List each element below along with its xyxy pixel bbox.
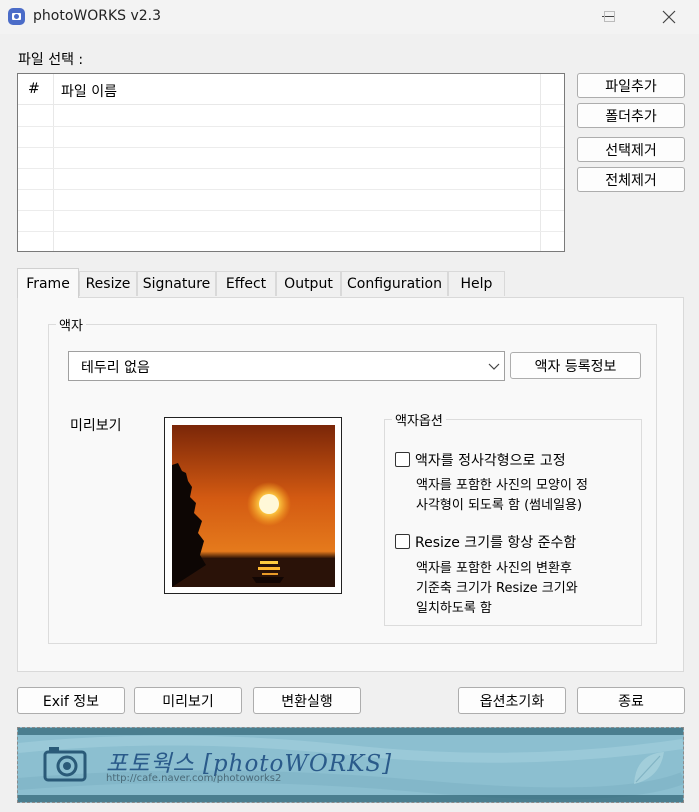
maximize-button-active[interactable] <box>587 0 633 34</box>
banner-url[interactable]: http://cafe.naver.com/photoworks2 <box>106 773 281 784</box>
row-line <box>18 189 564 190</box>
sunset-preview-image <box>172 425 335 587</box>
frame-group-label: 액자 <box>56 315 86 334</box>
column-header-filename[interactable]: 파일 이름 <box>61 81 117 101</box>
row-line <box>18 231 564 232</box>
remove-selected-button[interactable]: 선택제거 <box>577 137 685 162</box>
resize-comply-label[interactable]: Resize 크기를 항상 준수함 <box>415 532 576 552</box>
leaf-icon <box>634 752 664 784</box>
convert-button[interactable]: 변환실행 <box>253 687 361 714</box>
file-select-label: 파일 선택 : <box>18 52 84 68</box>
app-camera-icon <box>8 8 25 25</box>
camera-icon <box>43 747 87 782</box>
row-line <box>18 210 564 211</box>
square-frame-desc-1: 액자를 포함한 사진의 모양이 정 <box>416 478 589 493</box>
add-folder-button[interactable]: 폴더추가 <box>577 103 685 128</box>
exit-button[interactable]: 종료 <box>577 687 685 714</box>
row-line <box>18 168 564 169</box>
tab-help[interactable]: Help <box>448 271 505 296</box>
file-list[interactable]: # 파일 이름 <box>17 73 565 252</box>
column-divider <box>540 74 541 251</box>
add-file-button[interactable]: 파일추가 <box>577 73 685 98</box>
tab-output[interactable]: Output <box>276 271 341 296</box>
column-divider <box>53 74 54 251</box>
frame-select-value: 테두리 없음 <box>81 360 150 376</box>
preview-label: 미리보기 <box>70 418 122 434</box>
chevron-down-icon <box>488 363 500 370</box>
square-frame-checkbox[interactable] <box>395 452 410 467</box>
banner[interactable]: 포토웍스 [photoWORKS] http://cafe.naver.com/… <box>17 727 684 803</box>
tab-signature[interactable]: Signature <box>137 271 216 296</box>
column-header-index[interactable]: # <box>28 81 40 97</box>
resize-comply-desc-1: 액자를 포함한 사진의 변환후 <box>416 561 572 576</box>
resize-comply-checkbox[interactable] <box>395 534 410 549</box>
frame-select[interactable]: 테두리 없음 <box>68 351 505 381</box>
resize-comply-desc-2: 기준축 크기가 Resize 크기와 <box>416 581 578 596</box>
frame-info-button[interactable]: 액자 등록정보 <box>510 352 641 379</box>
preview-button[interactable]: 미리보기 <box>134 687 242 714</box>
square-frame-label[interactable]: 액자를 정사각형으로 고정 <box>415 450 566 470</box>
preview-frame <box>164 417 342 594</box>
row-line <box>18 126 564 127</box>
window-title: photoWORKS v2.3 <box>33 8 162 24</box>
close-button[interactable] <box>646 0 692 34</box>
reset-options-button[interactable]: 옵션초기화 <box>458 687 566 714</box>
exif-info-button[interactable]: Exif 정보 <box>17 687 125 714</box>
square-frame-desc-2: 사각형이 되도록 함 (썸네일용) <box>416 498 583 513</box>
maximize-icon <box>604 11 615 22</box>
tab-resize[interactable]: Resize <box>79 271 137 296</box>
close-icon <box>662 10 676 24</box>
tab-effect[interactable]: Effect <box>216 271 276 296</box>
row-line <box>18 147 564 148</box>
tab-frame[interactable]: Frame <box>17 268 79 298</box>
frame-options-label: 액자옵션 <box>392 410 446 429</box>
tab-configuration[interactable]: Configuration <box>341 271 448 296</box>
resize-comply-desc-3: 일치하도록 함 <box>416 601 492 616</box>
remove-all-button[interactable]: 전체제거 <box>577 167 685 192</box>
